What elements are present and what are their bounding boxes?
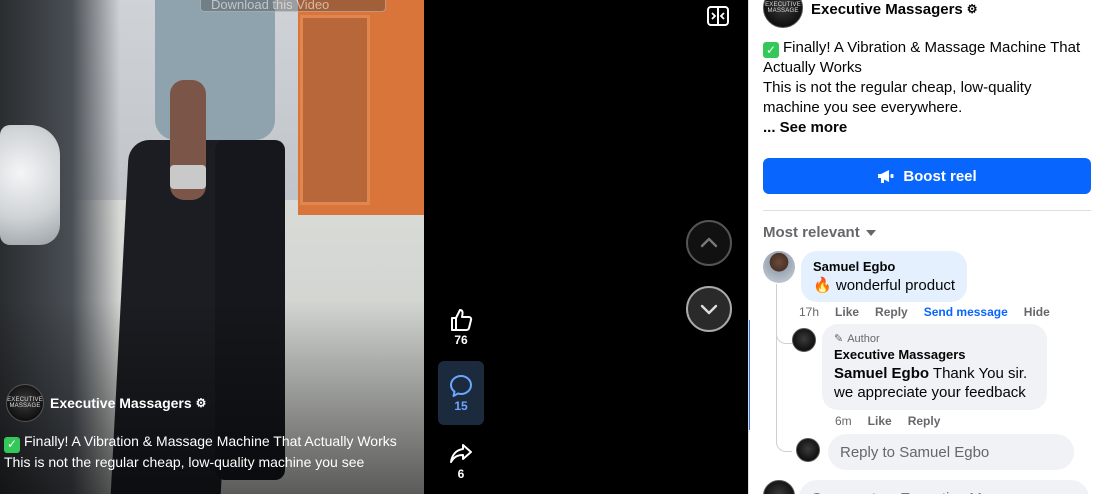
reel-viewer: Download this Video EXECUTIVE MASSAGE Ex… xyxy=(0,0,1095,494)
comment-count: 15 xyxy=(454,399,468,413)
author-tag: ✎ Author xyxy=(834,332,1035,346)
page-avatar-small[interactable] xyxy=(763,480,795,494)
reel-controls-area: 76 15 6 xyxy=(424,0,748,494)
like-count: 76 xyxy=(454,333,468,347)
reply-text: Samuel Egbo Thank You sir. we appreciate… xyxy=(834,364,1035,402)
video-caption: ✓ Finally! A Vibration & Massage Machine … xyxy=(4,432,414,472)
comment-button[interactable]: 15 xyxy=(438,361,484,425)
post-caption-title: Finally! A Vibration & Massage Machine T… xyxy=(763,39,1081,76)
page-avatar[interactable]: EXECUTIVE MASSAGE xyxy=(6,384,44,422)
fire-emoji-icon: 🔥 xyxy=(813,277,832,294)
boost-reel-button[interactable]: Boost reel xyxy=(763,158,1091,194)
panel-toggle-icon[interactable] xyxy=(707,6,729,26)
pencil-icon: ✎ xyxy=(834,333,844,345)
post-author-name-text: Executive Massagers xyxy=(811,0,963,18)
gear-icon: ⚙ xyxy=(195,396,207,410)
thread-connector xyxy=(776,410,792,452)
video-player[interactable]: Download this Video EXECUTIVE MASSAGE Ex… xyxy=(0,0,424,494)
reply-bubble: ✎ Author Executive Massagers Samuel Egbo… xyxy=(822,324,1047,410)
reply-reply-button[interactable]: Reply xyxy=(908,414,941,428)
page-avatar[interactable]: EXECUTIVE MASSAGE xyxy=(763,0,803,28)
video-caption-body: This is not the regular cheap, low-quali… xyxy=(4,453,365,470)
send-message-button[interactable]: Send message xyxy=(924,305,1008,319)
comment-text-body: wonderful product xyxy=(835,277,956,294)
caret-down-icon xyxy=(865,229,876,236)
comment-bubble: Samuel Egbo 🔥 wonderful product xyxy=(801,251,968,302)
comment-like-button[interactable]: Like xyxy=(835,305,859,319)
boost-reel-label: Boost reel xyxy=(903,167,977,185)
chevron-down-icon xyxy=(700,304,718,315)
download-video-chip[interactable]: Download this Video xyxy=(200,0,386,12)
comment-sort-label: Most relevant xyxy=(763,224,860,241)
thread-connector xyxy=(776,296,792,344)
post-caption: ✓ Finally! A Vibration & Massage Machine … xyxy=(763,38,1083,138)
previous-reel-button[interactable] xyxy=(686,220,732,266)
commenter-avatar[interactable] xyxy=(763,251,795,283)
thumbs-up-icon xyxy=(451,309,473,331)
reply-composer xyxy=(796,434,1074,470)
chevron-up-icon xyxy=(700,237,718,248)
comment-sort-dropdown[interactable]: Most relevant xyxy=(763,224,876,241)
video-author-name-text: Executive Massagers xyxy=(50,395,192,411)
share-count: 6 xyxy=(457,467,465,481)
post-author[interactable]: EXECUTIVE MASSAGE Executive Massagers ⚙ xyxy=(763,0,978,28)
video-frame-watch xyxy=(170,165,206,189)
check-mark-icon: ✓ xyxy=(763,42,779,58)
like-button[interactable]: 76 xyxy=(438,305,484,357)
video-caption-title: Finally! A Vibration & Massage Machine T… xyxy=(24,433,397,449)
comment-input[interactable] xyxy=(799,480,1089,494)
reply-input[interactable] xyxy=(828,434,1074,470)
video-frame-bag xyxy=(0,125,60,245)
comment-time[interactable]: 17h xyxy=(799,305,819,319)
comment-reply-button[interactable]: Reply xyxy=(875,305,908,319)
page-avatar-small[interactable] xyxy=(792,328,816,352)
next-reel-button[interactable] xyxy=(686,286,732,332)
video-author[interactable]: EXECUTIVE MASSAGE Executive Massagers ⚙ xyxy=(6,384,206,422)
reply-actions: 6m Like Reply xyxy=(835,414,940,428)
comment-item: Samuel Egbo 🔥 wonderful product xyxy=(763,251,968,302)
divider xyxy=(763,210,1091,211)
reply-author-name[interactable]: Executive Massagers xyxy=(834,347,1035,362)
author-tag-label: Author xyxy=(847,332,880,345)
comment-text: 🔥 wonderful product xyxy=(813,276,955,294)
mention-link[interactable]: Samuel Egbo xyxy=(834,365,929,382)
post-author-name[interactable]: Executive Massagers ⚙ xyxy=(811,1,978,18)
comment-bubble-icon xyxy=(450,375,472,397)
gear-icon: ⚙ xyxy=(966,2,978,16)
page-avatar-small[interactable] xyxy=(796,438,820,462)
reply-like-button[interactable]: Like xyxy=(868,414,892,428)
reply-item: ✎ Author Executive Massagers Samuel Egbo… xyxy=(792,324,1047,410)
megaphone-icon xyxy=(878,170,894,183)
see-more-link[interactable]: ... See more xyxy=(763,119,847,136)
share-button[interactable]: 6 xyxy=(438,431,484,491)
post-caption-body: This is not the regular cheap, low-quali… xyxy=(763,79,1032,116)
highlight-rule xyxy=(749,320,750,430)
check-mark-icon: ✓ xyxy=(4,436,20,453)
reel-sidebar: EXECUTIVE MASSAGE Executive Massagers ⚙ … xyxy=(748,0,1095,494)
hide-comment-button[interactable]: Hide xyxy=(1024,305,1050,319)
reply-time[interactable]: 6m xyxy=(835,414,852,428)
video-author-name[interactable]: Executive Massagers ⚙ xyxy=(50,395,206,411)
video-frame-shelf xyxy=(300,15,370,205)
share-arrow-icon xyxy=(450,444,472,463)
comment-actions: 17h Like Reply Send message Hide xyxy=(799,305,1050,319)
commenter-name[interactable]: Samuel Egbo xyxy=(813,259,955,274)
reaction-bar: 76 15 6 xyxy=(438,305,484,491)
